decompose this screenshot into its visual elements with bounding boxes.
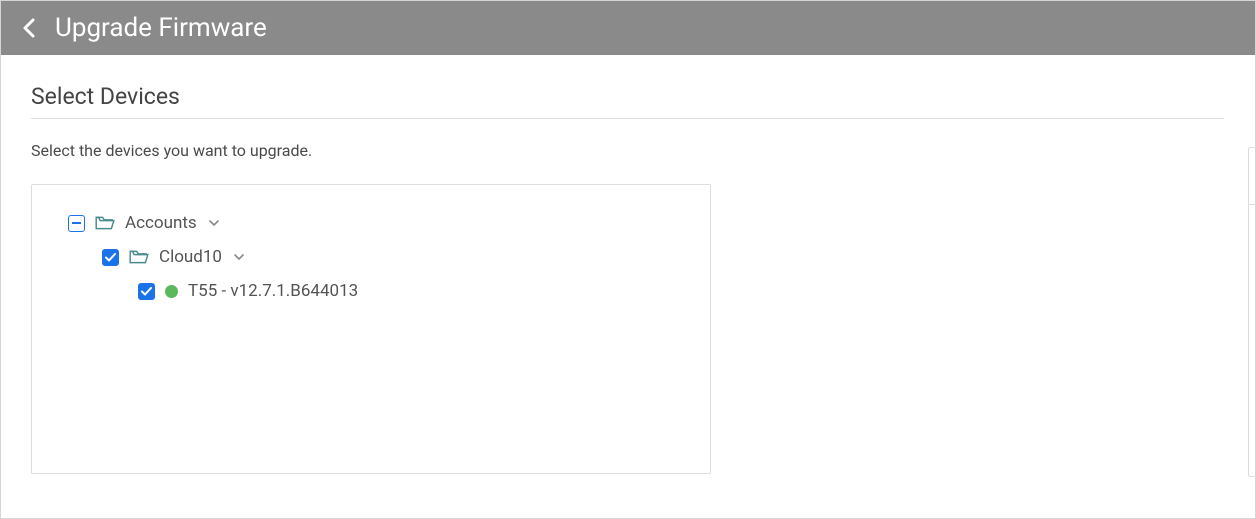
chevron-left-icon bbox=[21, 16, 37, 40]
chevron-down-icon[interactable] bbox=[209, 220, 219, 227]
checkbox-checked[interactable] bbox=[102, 249, 119, 266]
wizard-step-panel: Step 2 of 4 Select Firmware Version Sele… bbox=[1248, 147, 1256, 477]
tree-row-account[interactable]: Cloud10 bbox=[102, 247, 690, 267]
status-online-icon bbox=[165, 285, 178, 298]
tree-row-accounts[interactable]: Accounts bbox=[68, 213, 690, 233]
check-icon bbox=[105, 253, 116, 262]
check-icon bbox=[141, 287, 152, 296]
folder-open-icon bbox=[95, 215, 115, 231]
page-header: Upgrade Firmware bbox=[1, 1, 1255, 55]
checkbox-checked[interactable] bbox=[138, 283, 155, 300]
tree-label: Accounts bbox=[125, 213, 197, 233]
folder-open-icon bbox=[129, 249, 149, 265]
back-button[interactable] bbox=[21, 16, 37, 40]
tree-row-device[interactable]: T55 - v12.7.1.B644013 bbox=[138, 281, 690, 301]
wizard-step-heading: Step 2 of 4 bbox=[1249, 148, 1256, 205]
content-area: Select Devices Select the devices you wa… bbox=[1, 55, 1255, 477]
checkbox-indeterminate[interactable] bbox=[68, 215, 85, 232]
tree-label: T55 - v12.7.1.B644013 bbox=[188, 281, 358, 301]
main-column: Select Devices Select the devices you wa… bbox=[31, 83, 1224, 474]
section-title: Select Devices bbox=[31, 83, 1224, 118]
device-tree-panel: Accounts Cloud10 bbox=[31, 184, 711, 474]
chevron-down-icon[interactable] bbox=[234, 254, 244, 261]
tree-label: Cloud10 bbox=[159, 247, 222, 267]
wizard-step-list: Select Firmware Version Select Devices S… bbox=[1249, 205, 1256, 476]
page-title: Upgrade Firmware bbox=[55, 13, 267, 43]
instruction-text: Select the devices you want to upgrade. bbox=[31, 141, 1224, 160]
section-title-row: Select Devices bbox=[31, 83, 1224, 119]
